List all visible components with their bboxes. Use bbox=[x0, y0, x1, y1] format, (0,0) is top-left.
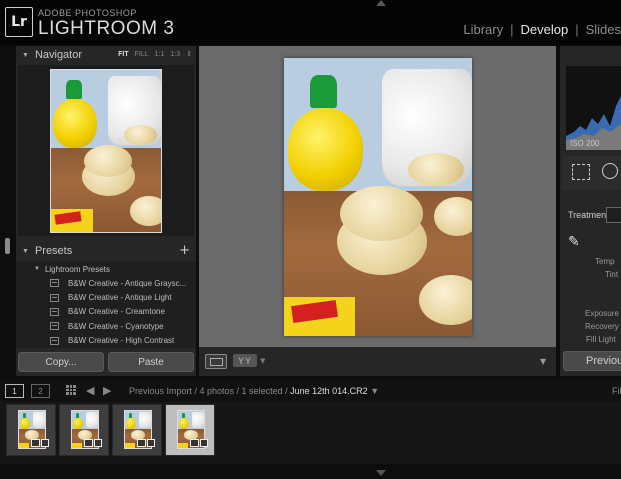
brand-subtitle: ADOBE PHOTOSHOP bbox=[38, 8, 137, 18]
before-after-button[interactable]: YY bbox=[233, 354, 257, 367]
filter-label[interactable]: Fil bbox=[612, 386, 621, 396]
zoom-1-3[interactable]: 1:3 bbox=[170, 51, 180, 58]
left-panel: ▼ Navigator FIT FILL 1:1 1:3 ⇕ ▼ Presets + ▼… bbox=[16, 46, 196, 376]
filmstrip-source[interactable]: Previous Import / 4 photos / 1 selected … bbox=[129, 386, 379, 396]
photo-scene bbox=[284, 58, 472, 336]
expand-arrow-icon: ▼ bbox=[34, 266, 40, 272]
left-panel-scrollbar[interactable] bbox=[5, 238, 10, 254]
preset-item[interactable]: B&W Creative - Creamtone bbox=[16, 305, 196, 319]
collapse-arrow-icon: ▼ bbox=[22, 247, 29, 255]
collapse-top-panel-icon[interactable] bbox=[376, 0, 386, 6]
filmstrip-thumbnail[interactable] bbox=[112, 404, 162, 456]
zoom-fill[interactable]: FILL bbox=[135, 51, 149, 58]
histogram[interactable] bbox=[566, 66, 621, 150]
navigator-title: Navigator bbox=[34, 49, 83, 61]
module-separator: | bbox=[575, 22, 579, 37]
paste-button[interactable]: Paste bbox=[108, 352, 194, 372]
before-after-dropdown-icon[interactable]: ▼ bbox=[260, 357, 265, 365]
iso-readout: ISO 200 bbox=[570, 139, 600, 148]
develop-settings-badge-icon bbox=[84, 439, 102, 447]
filmstrip-thumbnail[interactable] bbox=[6, 404, 56, 456]
temp-label: Temp bbox=[595, 257, 615, 266]
presets-title: Presets bbox=[34, 245, 73, 257]
navigator-zoom-modes: FIT FILL 1:1 1:3 ⇕ bbox=[112, 50, 192, 58]
white-balance-eyedropper-icon[interactable]: ✎ bbox=[568, 234, 580, 250]
preset-folder-label: Lightroom Presets bbox=[44, 264, 110, 274]
secondary-window-button[interactable]: 2 bbox=[31, 384, 50, 398]
collapse-arrow-icon: ▼ bbox=[22, 51, 29, 59]
zoom-dropdown-icon[interactable]: ⇕ bbox=[186, 51, 192, 58]
preset-item-label: B&W Creative - High Contrast bbox=[68, 336, 175, 346]
treatment-color-option[interactable] bbox=[606, 207, 621, 223]
module-separator: | bbox=[510, 22, 514, 37]
module-library[interactable]: Library bbox=[463, 22, 503, 37]
preset-item[interactable]: B&W Creative - High Contrast bbox=[16, 334, 196, 348]
preset-item-label: B&W Creative - Cyanotype bbox=[68, 321, 164, 331]
recovery-label: Recovery bbox=[585, 322, 619, 331]
primary-window-button[interactable]: 1 bbox=[5, 384, 24, 398]
tint-label: Tint bbox=[605, 270, 619, 279]
photo-scene bbox=[51, 70, 161, 232]
add-preset-icon[interactable]: + bbox=[179, 243, 190, 258]
preset-icon bbox=[50, 322, 59, 331]
back-arrow-icon[interactable]: ◀ bbox=[86, 384, 94, 397]
preset-icon bbox=[50, 279, 59, 288]
grid-view-icon[interactable] bbox=[66, 385, 76, 395]
copy-button[interactable]: Copy... bbox=[18, 352, 104, 372]
module-picker: Library | Develop | Slides bbox=[463, 22, 621, 37]
zoom-1-1[interactable]: 1:1 bbox=[155, 51, 165, 58]
develop-settings-badge-icon bbox=[137, 439, 155, 447]
filmstrip-thumbnail[interactable] bbox=[165, 404, 215, 456]
preset-item[interactable]: B&W Creative - Antique Graysc... bbox=[16, 276, 196, 290]
left-panel-buttons: Copy... Paste bbox=[16, 352, 196, 372]
develop-settings-badge-icon bbox=[31, 439, 49, 447]
previous-button[interactable]: Previous bbox=[563, 351, 621, 371]
preset-icon bbox=[50, 307, 59, 316]
crop-icon[interactable] bbox=[572, 164, 590, 180]
presets-list: ▼ Lightroom Presets B&W Creative - Antiq… bbox=[16, 262, 196, 348]
navigator-thumbnail[interactable] bbox=[50, 69, 162, 233]
preset-icon bbox=[50, 336, 59, 345]
preset-item-label: B&W Creative - Antique Graysc... bbox=[68, 278, 187, 288]
filmstrip-thumbnail[interactable] bbox=[59, 404, 109, 456]
main-photo[interactable] bbox=[284, 58, 472, 336]
preset-item[interactable]: B&W Creative - Antique Light bbox=[16, 290, 196, 304]
preset-icon bbox=[50, 293, 59, 302]
loupe-view-button[interactable] bbox=[205, 354, 227, 369]
preset-item-label: B&W Creative - Creamtone bbox=[68, 307, 165, 317]
preset-item-label: B&W Creative - Antique Light bbox=[68, 293, 172, 303]
current-file-name: June 12th 014.CR2 bbox=[290, 386, 368, 396]
fill-light-label: Fill Light bbox=[586, 335, 616, 344]
lightroom-logo: Lr bbox=[5, 7, 33, 37]
module-develop[interactable]: Develop bbox=[520, 22, 568, 37]
presets-header[interactable]: ▼ Presets + bbox=[16, 242, 196, 260]
preset-item[interactable]: B&W Creative - Cyanotype bbox=[16, 319, 196, 333]
brand-title: LIGHTROOM 3 bbox=[38, 18, 175, 39]
toolbar-menu-icon[interactable]: ▼ bbox=[540, 357, 546, 366]
zoom-fit[interactable]: FIT bbox=[118, 51, 129, 58]
module-slideshow[interactable]: Slides bbox=[586, 22, 621, 37]
forward-arrow-icon[interactable]: ▶ bbox=[103, 384, 111, 397]
source-path-text: Previous Import / 4 photos / 1 selected … bbox=[129, 386, 288, 396]
collapse-bottom-panel-icon[interactable] bbox=[376, 470, 386, 476]
spot-removal-icon[interactable] bbox=[602, 163, 618, 179]
exposure-label: Exposure bbox=[585, 309, 619, 318]
source-dropdown-icon[interactable]: ▼ bbox=[370, 386, 379, 396]
histogram-graph bbox=[566, 66, 621, 150]
preset-folder[interactable]: ▼ Lightroom Presets bbox=[16, 262, 196, 276]
develop-settings-badge-icon bbox=[190, 439, 208, 447]
